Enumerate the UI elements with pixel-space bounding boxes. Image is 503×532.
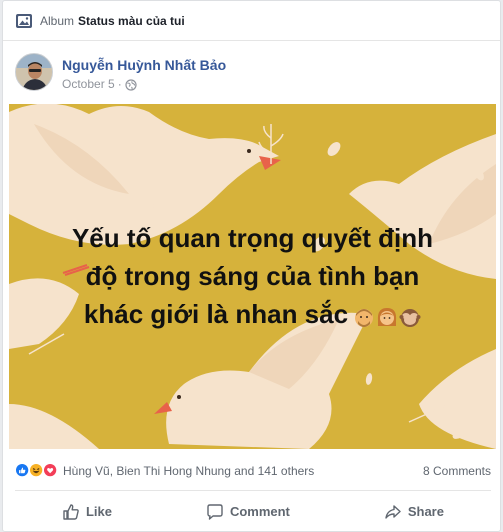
love-icon	[43, 463, 59, 479]
share-button[interactable]: Share	[372, 497, 456, 527]
share-icon	[385, 504, 401, 519]
thumbs-up-icon	[63, 503, 79, 520]
status-line-1: Yếu tố quan trọng quyết định	[71, 223, 434, 253]
author-name-link[interactable]: Nguyễn Huỳnh Nhất Bảo	[62, 56, 226, 74]
share-label: Share	[407, 504, 444, 519]
reactions-row: Hùng Vũ, Bien Thi Hong Nhung and 141 oth…	[15, 459, 491, 483]
scribble-decoration	[62, 264, 90, 276]
man-emoji	[353, 300, 375, 328]
post-actions: Like Comment Share	[15, 490, 491, 532]
album-name-link[interactable]: Status màu của tui	[78, 14, 185, 28]
meta-separator: ·	[117, 76, 122, 91]
status-text: Yếu tố quan trọng quyết định độ trong sá…	[9, 219, 496, 335]
status-emojis	[352, 297, 421, 335]
comments-count-link[interactable]: 8 Comments	[423, 464, 491, 478]
post-card: Album Status màu của tui Nguyễn Huỳnh Nh…	[2, 0, 501, 532]
reaction-icons	[15, 463, 59, 479]
post-date-link[interactable]: October 5	[62, 77, 115, 91]
avatar[interactable]	[15, 53, 53, 91]
author-meta: Nguyễn Huỳnh Nhất Bảo October 5 ·	[62, 53, 226, 93]
comment-icon	[207, 503, 223, 520]
status-line-3-wrap: khác giới là nhan sắc	[39, 295, 466, 335]
status-line-3: khác giới là nhan sắc	[83, 299, 349, 329]
like-label: Like	[85, 504, 112, 519]
globe-icon[interactable]	[125, 78, 137, 91]
comment-label: Comment	[229, 504, 290, 519]
post-author-row: Nguyễn Huỳnh Nhất Bảo October 5 ·	[15, 53, 226, 93]
see-no-evil-monkey-emoji	[399, 300, 421, 328]
post-meta: October 5 ·	[62, 77, 226, 91]
like-button[interactable]: Like	[50, 497, 124, 527]
woman-emoji	[376, 300, 398, 327]
status-image[interactable]: Yếu tố quan trọng quyết định độ trong sá…	[9, 104, 496, 449]
status-line-2: độ trong sáng của tình bạn	[85, 261, 420, 291]
album-icon	[15, 12, 33, 30]
reaction-names[interactable]: Hùng Vũ, Bien Thi Hong Nhung and 141 oth…	[63, 464, 314, 478]
comment-button[interactable]: Comment	[194, 497, 302, 527]
reaction-summary[interactable]: Hùng Vũ, Bien Thi Hong Nhung and 141 oth…	[15, 463, 314, 479]
album-header: Album Status màu của tui	[3, 1, 500, 41]
album-prefix-label: Album	[40, 13, 75, 28]
